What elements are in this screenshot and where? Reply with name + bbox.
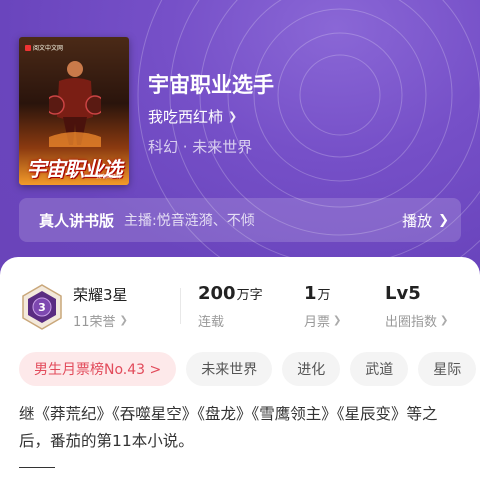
- intro-divider: [19, 467, 55, 468]
- honor-badge-icon[interactable]: 3: [21, 284, 63, 330]
- chevron-right-icon: ❯: [119, 315, 128, 326]
- honor-points-link[interactable]: 11荣誉 ❯: [73, 311, 128, 330]
- stat-label: 连载: [198, 315, 225, 330]
- play-label: 播放: [402, 211, 433, 230]
- play-button[interactable]: 播放 ❯: [402, 210, 449, 231]
- cover-author-mark: 我吃西红柿: [95, 174, 121, 180]
- book-intro[interactable]: 继《莽荒纪》《吞噬星空》《盘龙》《雪鹰领主》《星辰变》等之后，番茄的第11本小说…: [19, 401, 465, 455]
- stat-word-count: 200万字 连载: [198, 283, 263, 330]
- chevron-right-icon: ❯: [228, 110, 238, 123]
- tag-item[interactable]: 武道: [350, 352, 409, 386]
- stat-value: Lv5: [385, 283, 421, 304]
- narration-label: 真人讲书版: [39, 211, 115, 230]
- stat-value: 1: [304, 283, 317, 304]
- stat-popularity-index[interactable]: Lv5 出圈指数 ❯: [385, 283, 448, 330]
- honor-level: 荣耀3星: [73, 286, 128, 304]
- rank-tag[interactable]: 男生月票榜No.43 >: [19, 352, 177, 386]
- stat-unit: 万字: [236, 288, 263, 303]
- tag-item[interactable]: 未来世界: [186, 352, 273, 386]
- tag-list: 男生月票榜No.43 > 未来世界 进化 武道 星际: [19, 352, 477, 386]
- tag-item[interactable]: 进化: [282, 352, 341, 386]
- narration-hosts: 主播:悦音涟漪、不倾: [124, 213, 255, 229]
- book-cover[interactable]: 阅文中文网 宇宙职业选手 我吃西红柿: [19, 37, 129, 185]
- stat-value: 200: [198, 283, 236, 304]
- badge-number: 3: [38, 301, 46, 314]
- cover-figure-image: [49, 61, 101, 147]
- book-header: 阅文中文网 宇宙职业选手 我吃西红柿 宇宙职业选手 我吃西红柿 ❯ 科幻 · 未…: [0, 0, 480, 285]
- book-title: 宇宙职业选手: [148, 73, 274, 97]
- tag-item[interactable]: 星际: [418, 352, 477, 386]
- book-genre: 科幻 · 未来世界: [148, 138, 253, 156]
- stat-label: 月票: [304, 315, 331, 330]
- chevron-right-icon: ❯: [438, 212, 449, 228]
- narration-bar[interactable]: 真人讲书版 主播:悦音涟漪、不倾 播放 ❯: [19, 198, 461, 242]
- cover-title-art: 宇宙职业选手: [26, 157, 123, 181]
- author-link[interactable]: 我吃西红柿 ❯: [148, 106, 237, 127]
- chevron-right-icon: ❯: [440, 315, 449, 326]
- publisher-mark: 阅文中文网: [25, 43, 63, 52]
- author-name: 我吃西红柿: [148, 108, 224, 126]
- stat-unit: 万: [317, 288, 331, 303]
- stats-divider: [180, 288, 181, 324]
- stat-label: 出圈指数: [385, 315, 438, 330]
- honor-points: 11荣誉: [73, 315, 116, 330]
- chevron-right-icon: ❯: [333, 315, 342, 326]
- stat-monthly-tickets[interactable]: 1万 月票 ❯: [304, 283, 341, 330]
